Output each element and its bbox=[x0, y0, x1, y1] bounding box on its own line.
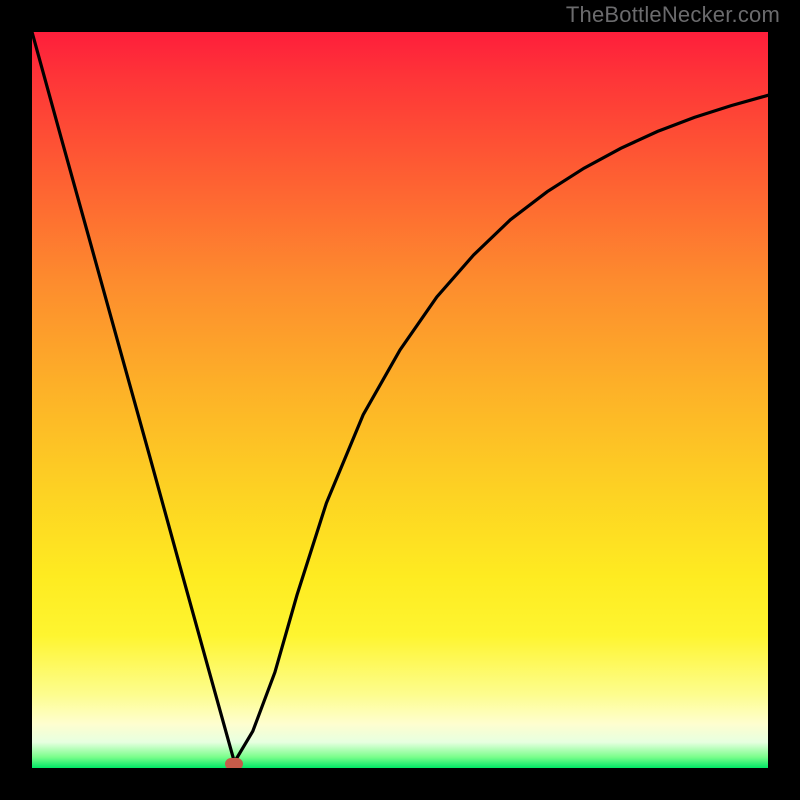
plot-area bbox=[32, 32, 768, 768]
chart-frame: TheBottleNecker.com bbox=[0, 0, 800, 800]
bottleneck-curve bbox=[32, 32, 768, 768]
watermark-text: TheBottleNecker.com bbox=[566, 2, 780, 28]
optimum-marker bbox=[225, 758, 243, 768]
curve-path bbox=[32, 32, 768, 762]
